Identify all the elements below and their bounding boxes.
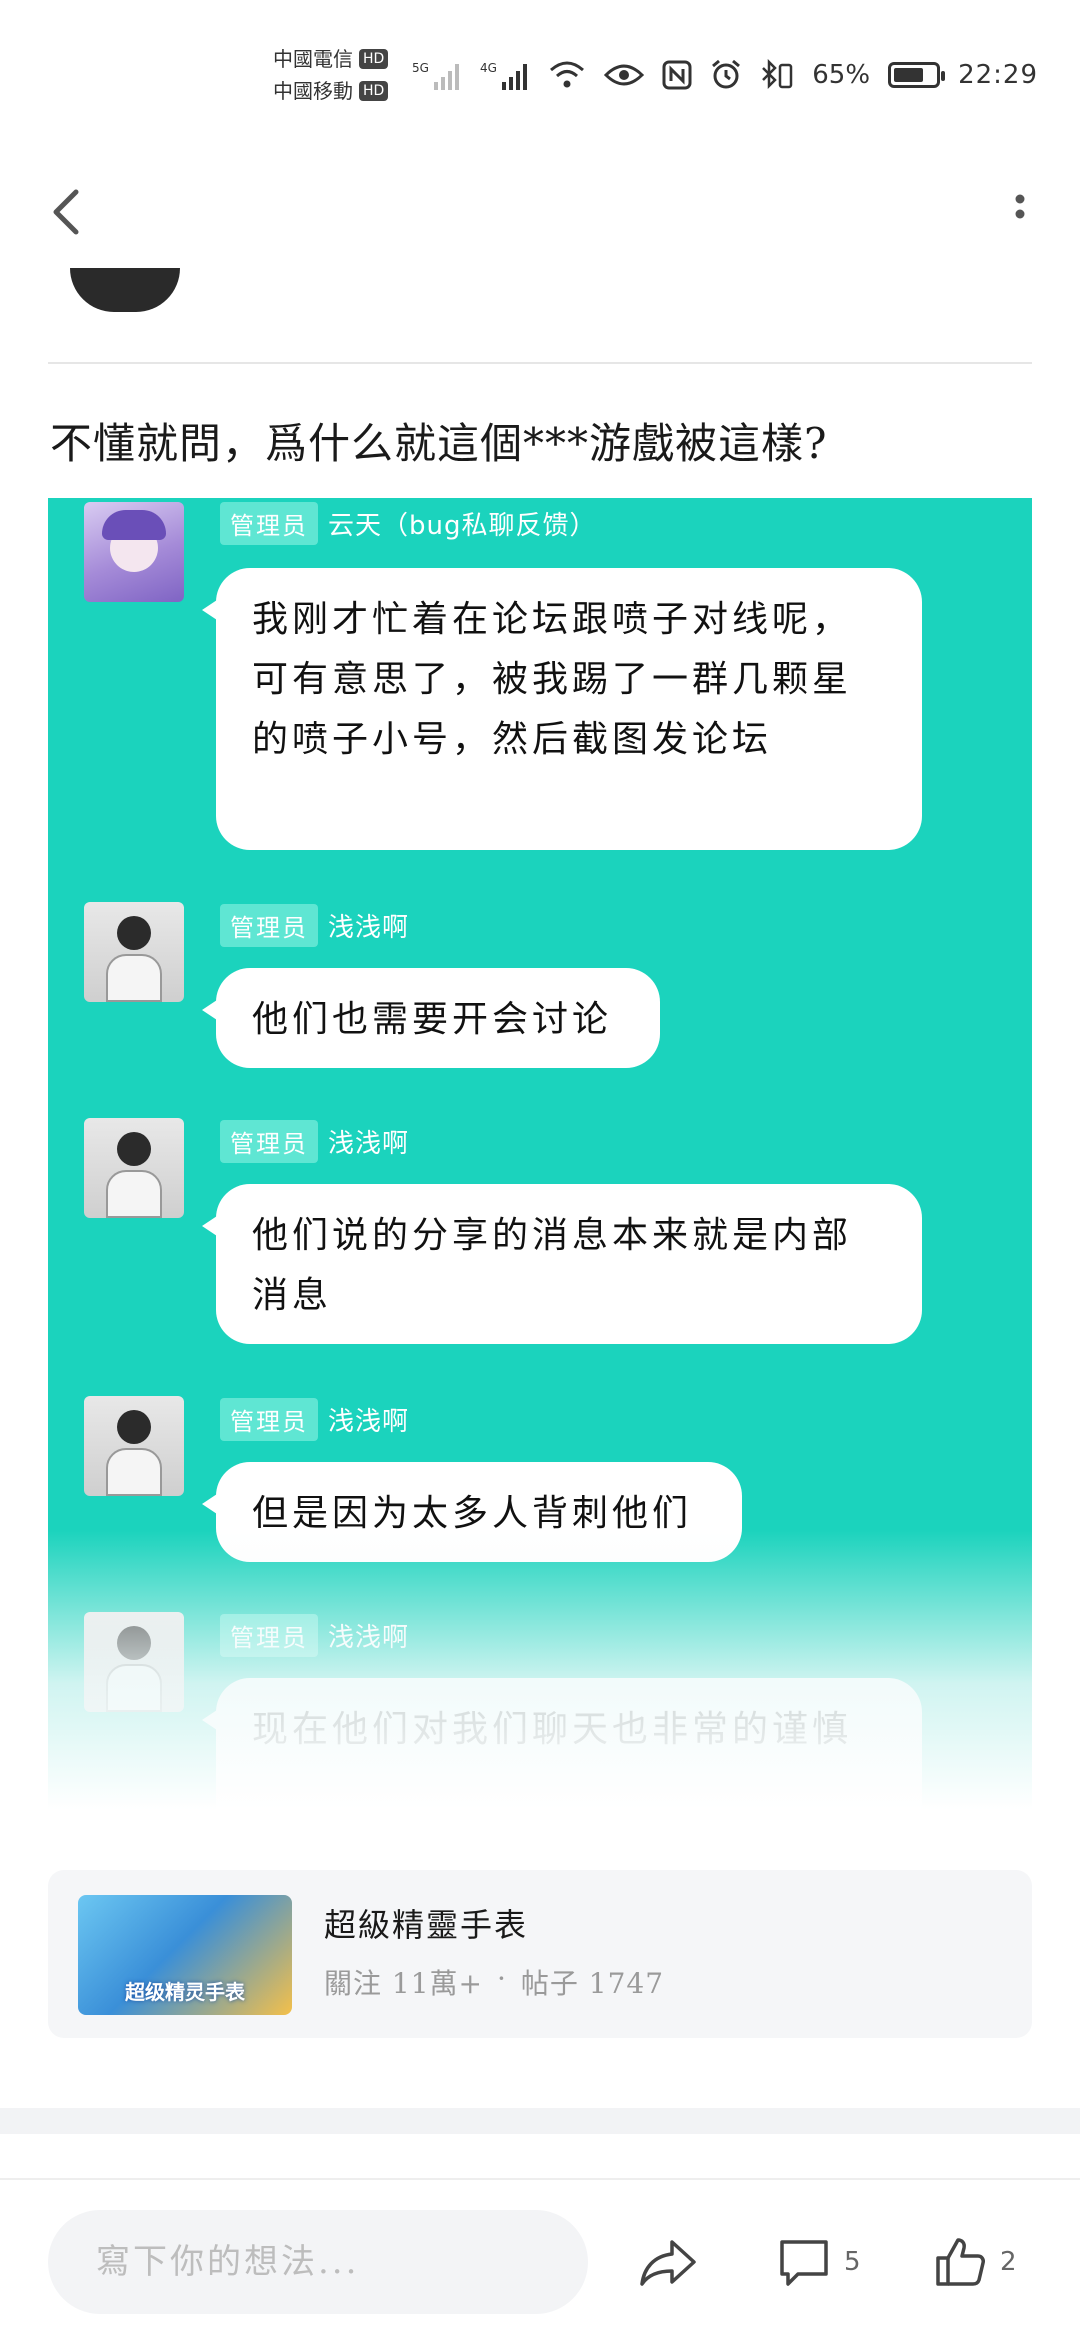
- carrier-2-name: 中國移動: [272, 79, 353, 103]
- sender-name: 浅浅啊: [328, 913, 410, 943]
- nav-bar: [0, 160, 1080, 270]
- more-options-button[interactable]: [990, 182, 1050, 242]
- role-badge: 管理员: [220, 502, 318, 545]
- follower-count: 關注 11萬+: [324, 1967, 483, 2000]
- wifi-icon: [548, 60, 586, 90]
- forum-stats: 關注 11萬+ · 帖子 1747: [324, 1962, 664, 2002]
- signal-4g-icon: 4G: [480, 58, 530, 92]
- avatar: [84, 1612, 184, 1712]
- network-2-label: 4G: [480, 61, 497, 75]
- more-vertical-icon: [1015, 194, 1025, 219]
- divider: [48, 362, 1032, 364]
- likes-count: 2: [1000, 2247, 1017, 2277]
- eye-icon: [604, 61, 645, 89]
- back-button[interactable]: [40, 182, 100, 242]
- comment-input[interactable]: [48, 2210, 588, 2314]
- forum-thumbnail-logo-text: 超级精灵手表: [125, 1980, 245, 2004]
- thumbs-up-icon: [936, 2238, 985, 2286]
- hd-badge: HD: [358, 49, 389, 69]
- post-image[interactable]: 管理员 云天（bug私聊反馈） 我刚才忙着在论坛跟喷子对线呢，可有意思了，被我踢…: [48, 498, 1032, 1810]
- signal-5g-icon: 5G: [412, 58, 462, 92]
- message-bubble: 我刚才忙着在论坛跟喷子对线呢，可有意思了，被我踢了一群几颗星的喷子小号，然后截图…: [202, 568, 922, 850]
- post-detail-screen: 中國電信 HD 中國移動 HD 5G 4G 65% 22:29 不懂就問，爲什么…: [0, 0, 1080, 2340]
- forum-thumbnail: 超级精灵手表: [78, 1895, 292, 2015]
- section-separator: [0, 2108, 1080, 2134]
- alarm-icon: [710, 59, 742, 91]
- clock: 22:29: [958, 60, 1038, 90]
- author-avatar[interactable]: [70, 268, 180, 312]
- comment-icon: [780, 2240, 828, 2286]
- forum-card[interactable]: 超级精灵手表 超級精靈手表 關注 11萬+ · 帖子 1747: [48, 1870, 1032, 2038]
- forum-name: 超級精靈手表: [324, 1906, 529, 1944]
- carrier-info: 中國電信 HD 中國移動 HD: [272, 43, 389, 107]
- sender-name: 浅浅啊: [328, 1129, 410, 1159]
- message-bubble: 他们也需要开会讨论: [202, 968, 660, 1068]
- role-badge: 管理员: [220, 904, 318, 947]
- avatar: [84, 1118, 184, 1218]
- role-badge: 管理员: [220, 1398, 318, 1441]
- sender-name: 浅浅啊: [328, 1407, 410, 1437]
- status-bar: 中國電信 HD 中國移動 HD 5G 4G 65% 22:29: [0, 0, 1080, 150]
- role-badge: 管理员: [220, 1614, 318, 1657]
- post-title: 不懂就問，爲什么就這個***游戲被這樣?: [50, 419, 828, 468]
- nfc-icon: [662, 60, 692, 90]
- sender-name: 浅浅啊: [328, 1623, 410, 1653]
- role-badge: 管理员: [220, 1120, 318, 1163]
- carrier-1-name: 中國電信: [272, 47, 353, 71]
- battery-icon: [888, 62, 946, 88]
- message-bubble: 但是因为太多人背刺他们: [202, 1462, 742, 1562]
- message-bubble: 现在他们对我们聊天也非常的谨慎: [202, 1678, 922, 1810]
- bluetooth-battery-icon: [760, 59, 794, 91]
- hd-badge: HD: [358, 81, 389, 101]
- avatar: [84, 902, 184, 1002]
- avatar: [84, 502, 184, 602]
- like-button[interactable]: 2: [932, 2222, 1017, 2302]
- sender-name: 云天（bug私聊反馈）: [328, 511, 597, 541]
- message-bubble: 他们说的分享的消息本来就是内部消息: [202, 1184, 922, 1344]
- share-icon: [640, 2240, 696, 2286]
- avatar: [84, 1396, 184, 1496]
- comments-count: 5: [844, 2247, 861, 2277]
- comments-button[interactable]: 5: [776, 2222, 861, 2302]
- divider: [0, 2178, 1080, 2180]
- post-count: 帖子 1747: [520, 1967, 665, 2000]
- share-button[interactable]: [636, 2222, 700, 2302]
- stats-separator: ·: [497, 1962, 507, 1995]
- battery-percent: 65%: [812, 60, 871, 90]
- chevron-left-icon: [53, 189, 79, 235]
- network-1-label: 5G: [412, 61, 429, 75]
